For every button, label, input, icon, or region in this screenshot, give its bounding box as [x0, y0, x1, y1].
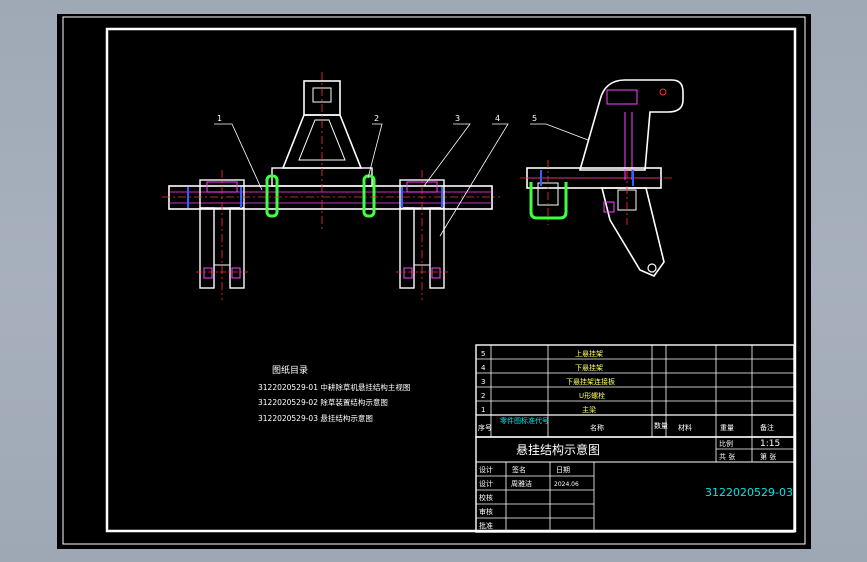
header-qty: 数量 [654, 421, 668, 430]
sign-row-label: 校核 [479, 493, 493, 502]
part-no: 1 [481, 406, 485, 414]
part-no: 2 [481, 392, 485, 400]
callout-3-label: 3 [455, 114, 460, 123]
date-header: 日期 [556, 466, 570, 474]
sheet-total: 共 张 [719, 452, 735, 461]
header-name: 名称 [590, 423, 604, 432]
drawing-canvas: 1 2 3 4 5 图纸目录 3122020529-01 中耕除草机悬挂结构主视… [57, 14, 811, 549]
part-name: 下悬挂架连接板 [566, 377, 615, 386]
part-name: 下悬挂架 [575, 363, 603, 372]
part-name: 上悬挂架 [575, 349, 603, 358]
drawing-index-item: 3122020529-03 悬挂结构示意图 [258, 413, 373, 423]
drawing-index-title: 图纸目录 [272, 364, 308, 376]
part-name: 主梁 [582, 405, 596, 414]
sign-row-label: 设计 [479, 465, 493, 474]
model-space-background [57, 14, 811, 549]
header-remark: 备注 [760, 423, 774, 432]
drawing-title: 悬挂结构示意图 [516, 442, 600, 457]
sheet-number: 第 张 [760, 452, 776, 461]
callout-5-label: 5 [532, 114, 537, 123]
scale-value: 1:15 [760, 439, 780, 449]
drawing-index-item: 3122020529-01 中耕除草机悬挂结构主视图 [258, 382, 410, 392]
header-weight: 重量 [720, 424, 734, 432]
designer-name: 周雅洁 [511, 479, 532, 488]
drawing-index-item: 3122020529-02 除草装置结构示意图 [258, 397, 388, 407]
design-date: 2024.06 [554, 481, 579, 488]
sign-row-label: 审核 [479, 507, 493, 516]
sign-row-label: 设计 [479, 479, 493, 488]
scale-label: 比例 [719, 439, 733, 448]
callout-4-label: 4 [495, 114, 500, 123]
sign-row-label: 批准 [479, 521, 493, 530]
header-no: 序号 [478, 423, 492, 432]
signature-header: 签名 [512, 465, 526, 474]
header-material: 材料 [678, 423, 692, 432]
callout-1-label: 1 [217, 114, 222, 123]
part-name: U形螺栓 [579, 391, 605, 400]
part-no: 3 [481, 378, 485, 386]
part-no: 5 [481, 350, 485, 358]
part-no: 4 [481, 364, 486, 372]
callout-2-label: 2 [374, 114, 379, 123]
drawing-number: 3122020529-03 [705, 486, 793, 499]
header-code: 零件图标准代号 [500, 416, 549, 425]
cad-viewport: 1 2 3 4 5 图纸目录 3122020529-01 中耕除草机悬挂结构主视… [0, 0, 867, 562]
